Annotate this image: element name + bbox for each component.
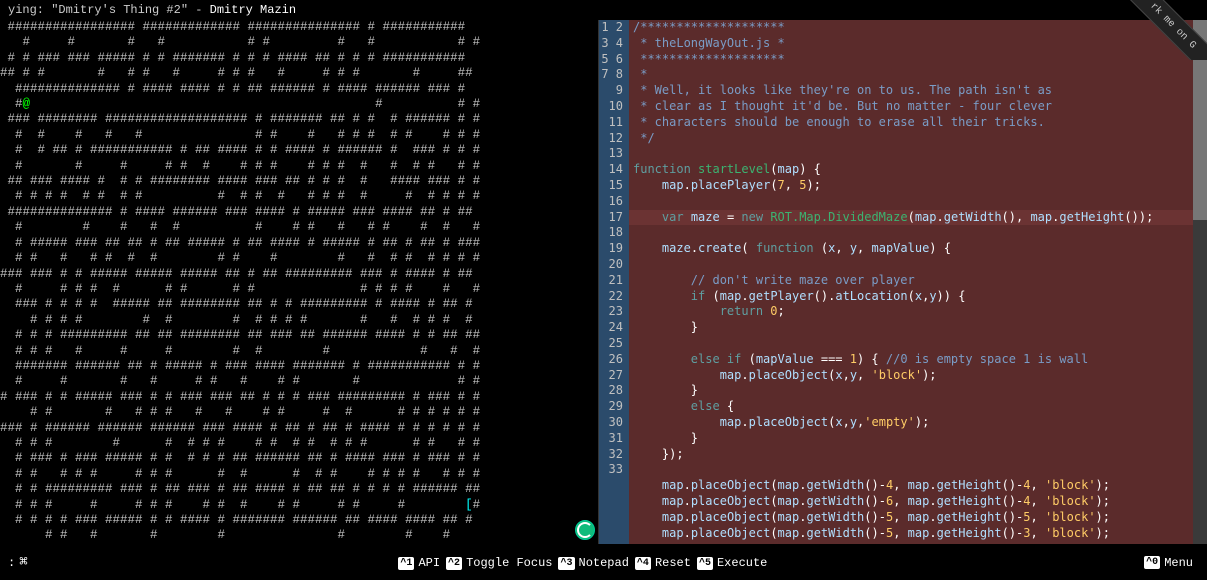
bottom-bar: : ⌘ ^1API^2Toggle Focus^3Notepad^4Reset^… <box>0 544 1207 580</box>
grammarly-icon[interactable] <box>575 520 595 540</box>
shortcut-notepad[interactable]: ^3Notepad <box>558 556 628 570</box>
scroll-thumb[interactable] <box>1193 20 1207 220</box>
game-map[interactable]: ################# ############# ########… <box>0 20 598 544</box>
command-key-icon: ⌘ <box>19 554 27 571</box>
line-gutter: 1 2 3 4 5 6 7 8 9 10 11 12 13 14 15 16 1… <box>599 20 629 544</box>
now-playing-artist: Dmitry Mazin <box>210 3 296 17</box>
code-editor[interactable]: 1 2 3 4 5 6 7 8 9 10 11 12 13 14 15 16 1… <box>598 20 1207 544</box>
shortcut-reset[interactable]: ^4Reset <box>635 556 691 570</box>
menu-key: ^0 <box>1144 556 1160 569</box>
shortcut-execute[interactable]: ^5Execute <box>697 556 767 570</box>
code-area[interactable]: /******************** * theLongWayOut.js… <box>629 20 1193 544</box>
now-playing-prefix: ying: "Dmitry's Thing #2" - <box>8 3 210 17</box>
shortcut-toggle focus[interactable]: ^2Toggle Focus <box>446 556 552 570</box>
menu-label: Menu <box>1164 556 1193 570</box>
main-split: ################# ############# ########… <box>0 20 1207 544</box>
shortcuts-group: ^1API ^2Toggle Focus ^3Notepad ^4Reset ^5Exe… <box>398 555 773 571</box>
shortcut-api[interactable]: ^1API <box>398 556 440 570</box>
prompt-colon: : <box>8 556 15 570</box>
editor-scrollbar[interactable] <box>1193 20 1207 544</box>
now-playing-bar: ying: "Dmitry's Thing #2" - Dmitry Mazin <box>0 0 1207 20</box>
menu-shortcut[interactable]: ^0 Menu <box>1144 556 1193 570</box>
